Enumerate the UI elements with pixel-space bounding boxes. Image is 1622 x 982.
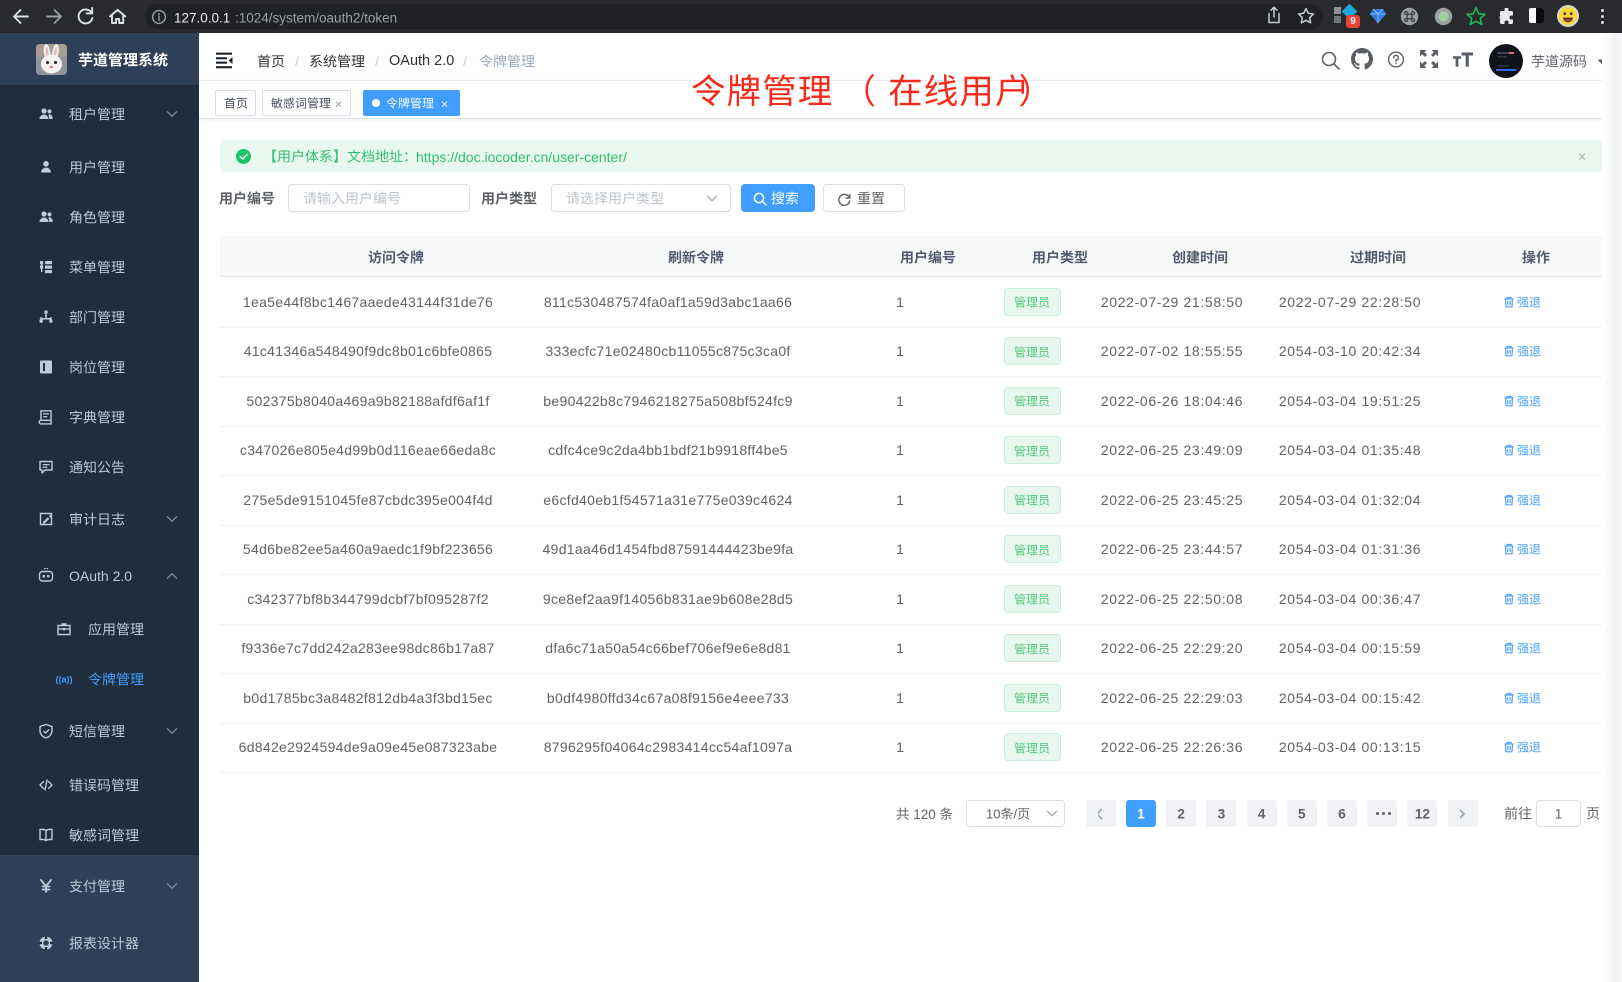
svg-text:((a)): ((a)) bbox=[56, 675, 72, 685]
svg-text:120: 120 bbox=[913, 806, 936, 821]
svg-text:10: 10 bbox=[986, 806, 1000, 821]
svg-text:/: / bbox=[1013, 806, 1017, 821]
